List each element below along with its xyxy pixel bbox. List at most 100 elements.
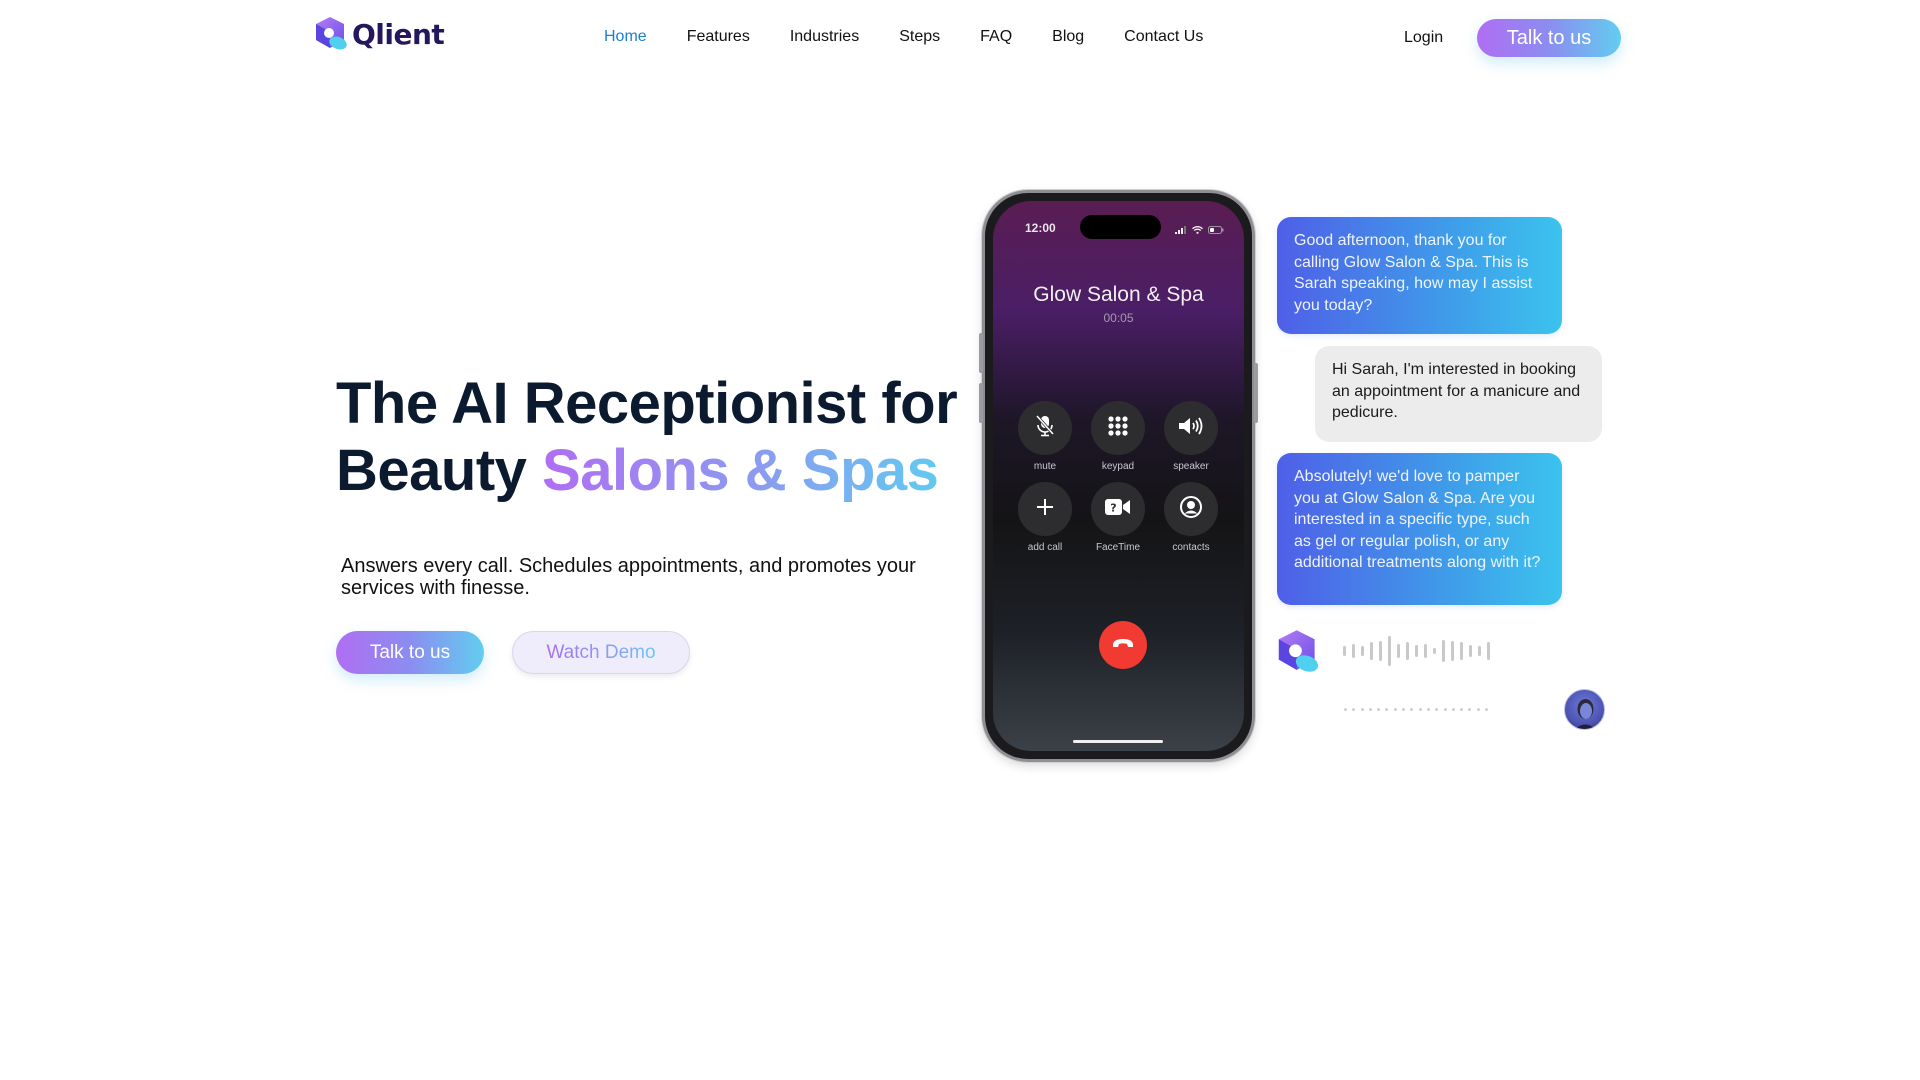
waveform-bar [1451, 641, 1454, 661]
indicator-dot [1443, 708, 1447, 711]
waveform-bar [1370, 642, 1373, 660]
user-avatar [1564, 689, 1605, 730]
home-indicator [1073, 740, 1163, 743]
indicator-dot [1476, 708, 1480, 711]
indicator-dot [1435, 708, 1439, 711]
phone-power-button [1254, 363, 1258, 423]
battery-icon [1208, 221, 1224, 239]
keypad-icon [1107, 415, 1129, 442]
hero-title-line2: Beauty [336, 438, 543, 503]
waveform-bar [1433, 648, 1436, 654]
plus-icon [1035, 497, 1055, 522]
indicator-dot [1451, 708, 1455, 711]
hero-title: The AI Receptionist for Beauty Salons & … [336, 370, 958, 504]
call-controls: mute keypad speaker add call ? FaceTime … [1018, 401, 1230, 553]
add-call-button[interactable]: add call [1018, 482, 1072, 553]
keypad-button[interactable]: keypad [1091, 401, 1145, 472]
indicator-dot [1485, 708, 1489, 711]
waveform-bar [1388, 636, 1391, 666]
waveform-bar [1397, 644, 1400, 658]
waveform-bar [1415, 645, 1418, 657]
call-duration: 00:05 [1103, 311, 1134, 325]
contact-icon [1179, 495, 1203, 524]
waveform-bar [1469, 645, 1472, 657]
waveform-bar [1379, 641, 1382, 661]
indicator-dot [1368, 708, 1372, 711]
waveform-bar [1487, 642, 1490, 660]
svg-text:?: ? [1110, 501, 1116, 514]
phone-screen: 12:00 Glow Salon & Spa 00:05 mute keypad… [993, 201, 1244, 751]
indicator-dot [1360, 708, 1364, 711]
waveform-bar [1406, 642, 1409, 660]
ai-assistant-logo-icon [1275, 629, 1321, 675]
nav-link-contact-us[interactable]: Contact Us [1124, 28, 1203, 46]
brand-name: Qlient [352, 17, 445, 51]
hero-title-highlight: Salons & Spas [542, 438, 939, 503]
nav-link-features[interactable]: Features [687, 28, 750, 46]
nav-link-steps[interactable]: Steps [899, 28, 940, 46]
indicator-dot [1402, 708, 1406, 711]
hero-title-line1: The AI Receptionist for [336, 371, 958, 436]
end-call-button[interactable] [1099, 621, 1147, 669]
indicator-dot [1344, 708, 1347, 711]
chat-message-ai: Good afternoon, thank you for calling Gl… [1277, 217, 1562, 334]
talk-to-us-hero-button[interactable]: Talk to us [336, 631, 484, 674]
add-call-label: add call [1027, 542, 1063, 553]
chat-message-user: Hi Sarah, I'm interested in booking an a… [1315, 346, 1602, 442]
facetime-label: FaceTime [1095, 542, 1141, 553]
phone-mockup: 12:00 Glow Salon & Spa 00:05 mute keypad… [979, 190, 1258, 762]
mute-label: mute [1033, 461, 1057, 472]
end-call-icon [1111, 636, 1135, 654]
contacts-label: contacts [1172, 542, 1210, 553]
indicator-dot [1468, 708, 1472, 711]
waveform-bar [1424, 644, 1427, 658]
dynamic-island [1080, 215, 1161, 239]
login-link[interactable]: Login [1404, 29, 1443, 47]
signal-icon [1175, 221, 1187, 239]
waveform-bar [1352, 644, 1355, 658]
ai-voice-waveform [1343, 634, 1490, 668]
phone-volume-down-button [979, 383, 983, 423]
wifi-icon [1192, 221, 1203, 239]
indicator-dot [1418, 708, 1422, 711]
speaker-icon [1177, 415, 1205, 442]
nav-link-faq[interactable]: FAQ [980, 28, 1012, 46]
speaker-label: speaker [1173, 461, 1209, 472]
indicator-dot [1410, 708, 1414, 711]
chat-message-ai: Absolutely! we'd love to pamper you at G… [1277, 453, 1562, 605]
waveform-bar [1442, 640, 1445, 662]
watch-demo-label: Watch Demo [546, 641, 656, 663]
hero-subtitle: Answers every call. Schedules appointmen… [341, 555, 916, 599]
nav-link-blog[interactable]: Blog [1052, 28, 1084, 46]
contacts-button[interactable]: contacts [1164, 482, 1218, 553]
indicator-dot [1460, 708, 1464, 711]
indicator-dot [1352, 708, 1356, 711]
indicator-dot [1426, 708, 1430, 711]
nav-link-home[interactable]: Home [604, 28, 647, 46]
waveform-bar [1478, 646, 1481, 656]
status-icons [1175, 221, 1224, 239]
speaker-button[interactable]: speaker [1164, 401, 1218, 472]
facetime-icon: ? [1104, 497, 1132, 522]
facetime-button[interactable]: ? FaceTime [1091, 482, 1145, 553]
user-voice-indicator [1344, 708, 1489, 711]
mute-button[interactable]: mute [1018, 401, 1072, 472]
waveform-bar [1460, 642, 1463, 660]
phone-volume-up-button [979, 333, 983, 373]
top-navigation: Qlient Home Features Industries Steps FA… [0, 0, 1920, 78]
keypad-label: keypad [1101, 461, 1135, 472]
indicator-dot [1377, 708, 1381, 711]
talk-to-us-nav-button[interactable]: Talk to us [1477, 19, 1621, 57]
indicator-dot [1385, 708, 1389, 711]
mic-off-icon [1034, 414, 1056, 443]
indicator-dot [1393, 708, 1397, 711]
qlient-logo-icon [314, 16, 348, 52]
status-time: 12:00 [1025, 221, 1056, 235]
brand-logo[interactable]: Qlient [314, 16, 445, 52]
caller-name: Glow Salon & Spa [1033, 283, 1204, 306]
waveform-bar [1361, 646, 1364, 656]
waveform-bar [1343, 646, 1346, 656]
main-menu: Home Features Industries Steps FAQ Blog … [604, 28, 1243, 46]
nav-link-industries[interactable]: Industries [790, 28, 859, 46]
watch-demo-button[interactable]: Watch Demo [512, 631, 690, 674]
